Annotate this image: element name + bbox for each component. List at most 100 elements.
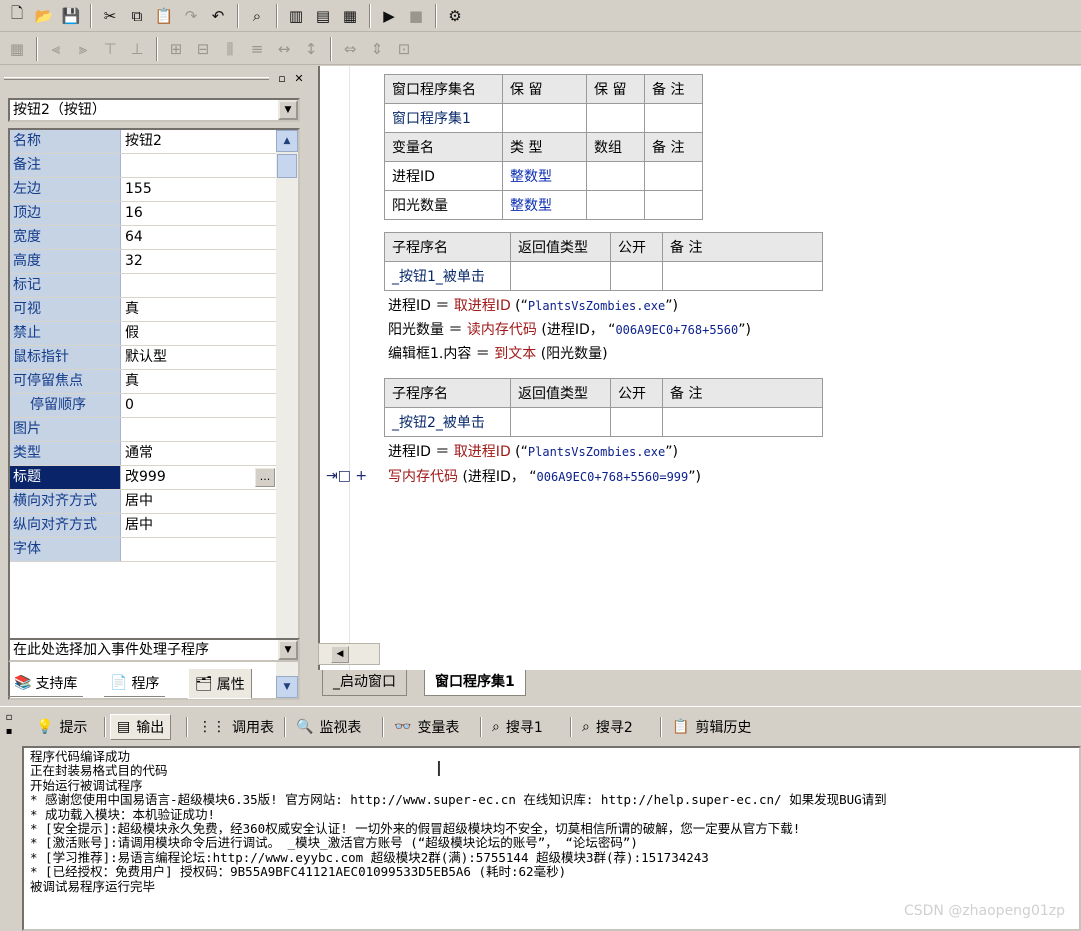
tab-window-assembly[interactable]: 窗口程序集1 <box>424 670 526 696</box>
current-line-marker[interactable]: ⇥□ + <box>326 468 367 484</box>
property-row[interactable]: 鼠标指针 默认型 <box>10 346 276 370</box>
chevron-down-icon[interactable]: ▼ <box>278 100 298 120</box>
debug-icon[interactable]: ⚙ <box>442 3 468 29</box>
table-cell[interactable] <box>610 407 663 437</box>
table-cell[interactable] <box>510 407 611 437</box>
subroutine-name[interactable]: _按钮2_被单击 <box>384 407 511 437</box>
property-value[interactable]: 默认型 <box>122 346 276 369</box>
code-editor[interactable]: 窗口程序集名 保 留 保 留 备 注 窗口程序集1 变量名 类 型 数组 备 注… <box>318 66 1081 670</box>
copy-icon[interactable]: ⧉ <box>124 3 150 29</box>
code-line[interactable]: 编辑框1.内容 ＝ 到文本 (阳光数量) <box>388 343 608 365</box>
undo-icon[interactable]: ↶ <box>205 3 231 29</box>
close-icon[interactable]: ✕ <box>291 72 307 87</box>
subroutine-name[interactable]: _按钮1_被单击 <box>384 261 511 291</box>
variable-type[interactable]: 整数型 <box>502 161 587 191</box>
property-row[interactable]: 高度 32 <box>10 250 276 274</box>
property-row[interactable]: 名称 按钮2 <box>10 130 276 154</box>
chevron-down-icon[interactable]: ▼ <box>278 640 298 660</box>
same-width-icon[interactable]: ⇔ <box>337 36 363 62</box>
code-line[interactable]: 进程ID ＝ 取进程ID (“PlantsVsZombies.exe”) <box>388 295 678 317</box>
tab-properties[interactable]: 🗂 属性 <box>188 669 252 699</box>
property-value[interactable]: 居中 <box>122 514 276 537</box>
run-icon[interactable]: ▶ <box>376 3 402 29</box>
same-height-icon[interactable]: ⇕ <box>364 36 390 62</box>
property-value[interactable]: 真 <box>122 298 276 321</box>
property-row-selected[interactable]: 标题 改999... <box>10 466 276 490</box>
align-grid-icon[interactable]: ▦ <box>4 36 30 62</box>
restore-icon[interactable]: ▫ <box>274 72 290 87</box>
property-value[interactable]: 32 <box>122 250 276 273</box>
code-line[interactable]: 阳光数量 ＝ 读内存代码 (进程ID， “006A9EC0+768+5560”) <box>388 319 751 341</box>
property-value[interactable]: 通常 <box>122 442 276 465</box>
property-row[interactable]: 停留顺序 0 <box>10 394 276 418</box>
property-row[interactable]: 图片 <box>10 418 276 442</box>
property-row[interactable]: 标记 <box>10 274 276 298</box>
table-cell[interactable] <box>586 103 645 133</box>
table-cell[interactable] <box>502 103 587 133</box>
distribute-vertical-icon[interactable]: ≡ <box>244 36 270 62</box>
layout-top-icon[interactable]: ▤ <box>310 3 336 29</box>
property-value[interactable]: 居中 <box>122 490 276 513</box>
stop-icon[interactable]: ■ <box>403 3 429 29</box>
cut-icon[interactable]: ✂ <box>97 3 123 29</box>
variable-name[interactable]: 进程ID <box>384 161 503 191</box>
table-cell[interactable] <box>644 190 703 220</box>
layout-grid-icon[interactable]: ▦ <box>337 3 363 29</box>
assembly-name[interactable]: 窗口程序集1 <box>384 103 503 133</box>
event-selector[interactable]: 在此处选择加入事件处理子程序 ▼ <box>8 638 300 662</box>
property-value[interactable]: 改999 <box>122 466 276 489</box>
tab-search2[interactable]: ⌕ 搜寻2 <box>576 714 639 740</box>
table-cell[interactable] <box>662 261 823 291</box>
align-left-icon[interactable]: ⫷ <box>43 36 69 62</box>
property-value[interactable] <box>122 538 276 561</box>
center-horizontal-icon[interactable]: ⊞ <box>163 36 189 62</box>
property-row[interactable]: 左边 155 <box>10 178 276 202</box>
code-line-current[interactable]: 写内存代码 (进程ID， “006A9EC0+768+5560=999”) <box>388 466 701 488</box>
property-value[interactable] <box>122 274 276 297</box>
table-cell[interactable] <box>644 103 703 133</box>
find-icon[interactable]: ⌕ <box>244 3 270 29</box>
tab-support-library[interactable]: 📚 支持库 <box>8 669 84 697</box>
tab-call-stack[interactable]: ⋮⋮ 调用表 <box>192 714 280 740</box>
property-value[interactable]: 155 <box>122 178 276 201</box>
property-row[interactable]: 禁止假 <box>10 322 276 346</box>
tab-clip-history[interactable]: 📋 剪辑历史 <box>666 714 757 740</box>
property-row[interactable]: 纵向对齐方式 居中 <box>10 514 276 538</box>
property-value[interactable]: 64 <box>122 226 276 249</box>
code-line[interactable]: 进程ID ＝ 取进程ID (“PlantsVsZombies.exe”) <box>388 441 678 463</box>
layout-left-icon[interactable]: ▥ <box>283 3 309 29</box>
property-row[interactable]: 可停留焦点真 <box>10 370 276 394</box>
new-file-icon[interactable]: 🗋 <box>4 3 30 29</box>
property-value[interactable] <box>122 154 276 177</box>
table-cell[interactable] <box>586 161 645 191</box>
property-row[interactable]: 顶边 16 <box>10 202 276 226</box>
property-value[interactable] <box>122 418 276 441</box>
scrollbar-thumb[interactable] <box>277 154 297 178</box>
chevron-left-icon[interactable]: ◀ <box>331 646 349 663</box>
tab-hints[interactable]: 💡 提示 <box>30 714 93 740</box>
property-value[interactable]: 按钮2 <box>122 130 276 153</box>
panel-grip[interactable] <box>4 77 269 80</box>
property-row[interactable]: 横向对齐方式 居中 <box>10 490 276 514</box>
center-vertical-icon[interactable]: ⊟ <box>190 36 216 62</box>
table-cell[interactable] <box>586 190 645 220</box>
align-right-icon[interactable]: ⫸ <box>70 36 96 62</box>
object-selector[interactable]: 按钮2（按钮） ▼ <box>8 98 300 122</box>
table-cell[interactable] <box>662 407 823 437</box>
table-cell[interactable] <box>510 261 611 291</box>
property-value[interactable]: 真 <box>122 370 276 393</box>
tab-watch[interactable]: 🔍 监视表 <box>290 714 367 740</box>
property-value[interactable]: 假 <box>122 322 276 345</box>
space-vertical-icon[interactable]: ↕ <box>298 36 324 62</box>
ellipsis-button[interactable]: ... <box>255 468 275 487</box>
table-cell[interactable] <box>644 161 703 191</box>
tab-program[interactable]: 📄 程序 <box>104 669 166 697</box>
same-size-icon[interactable]: ⊡ <box>391 36 417 62</box>
variable-name[interactable]: 阳光数量 <box>384 190 503 220</box>
property-row[interactable]: 备注 <box>10 154 276 178</box>
property-row[interactable]: 宽度 64 <box>10 226 276 250</box>
vertical-scrollbar[interactable]: ▲ ▼ <box>276 130 298 698</box>
property-row[interactable]: 类型 通常 <box>10 442 276 466</box>
table-cell[interactable] <box>610 261 663 291</box>
tab-startup-window[interactable]: _启动窗口 <box>322 670 407 696</box>
